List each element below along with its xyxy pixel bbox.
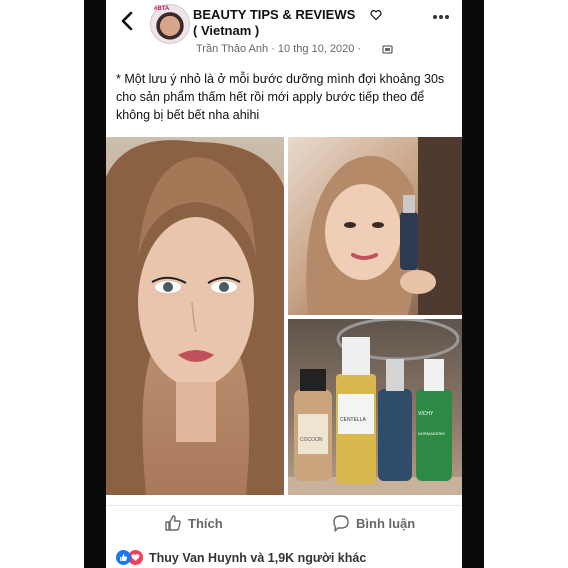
reactions-summary[interactable]: Thuy Van Huynh và 1,9K người khác <box>116 550 366 565</box>
like-button[interactable]: Thích <box>164 514 223 532</box>
serum-selfie-illustration <box>306 137 462 315</box>
products-illustration <box>288 319 462 495</box>
bottle-mineral89 <box>378 389 412 481</box>
right-black-border <box>462 0 484 568</box>
left-margin <box>0 0 84 568</box>
group-name[interactable]: BEAUTY TIPS & REVIEWS ( Vietnam ) <box>193 7 393 39</box>
comment-button[interactable]: Bình luận <box>332 514 415 532</box>
like-label: Thích <box>188 515 223 531</box>
author-and-date[interactable]: Trần Thảo Anh · 10 thg 10, 2020 · <box>196 43 361 55</box>
comment-bubble-icon <box>333 515 349 532</box>
portrait-illustration <box>106 140 284 495</box>
label-cocoon: COCOON <box>300 437 323 443</box>
photo-girl-with-serum[interactable] <box>288 137 462 315</box>
back-arrow-icon[interactable] <box>118 10 136 32</box>
post-screen: #BTA BEAUTY TIPS & REVIEWS ( Vietnam ) T… <box>106 0 462 568</box>
post-body-text: * Một lưu ý nhỏ là ở mỗi bước dưỡng mình… <box>116 72 445 122</box>
photo-selfie-portrait[interactable] <box>106 137 284 495</box>
group-privacy-icon <box>382 45 393 54</box>
avatar-logo-text: #BTA <box>154 6 170 12</box>
group-name-line2: ( Vietnam ) <box>193 23 260 38</box>
label-vichy: VICHY <box>418 411 434 417</box>
post-header: #BTA BEAUTY TIPS & REVIEWS ( Vietnam ) T… <box>106 0 462 66</box>
label-normaderm: NORMADERM <box>418 431 445 436</box>
group-name-line1: BEAUTY TIPS & REVIEWS <box>193 7 356 22</box>
left-black-border <box>84 0 106 568</box>
label-centella: CENTELLA <box>340 417 366 423</box>
post-actions-bar: Thích Bình luận <box>106 505 462 542</box>
comment-label: Bình luận <box>356 515 416 531</box>
right-margin <box>484 0 568 568</box>
more-options-icon[interactable] <box>432 14 450 20</box>
heart-outline-icon <box>370 10 382 21</box>
thumbs-up-icon <box>165 515 181 531</box>
like-reaction-icon <box>116 550 131 565</box>
reaction-count-text: Thuy Van Huynh và 1,9K người khác <box>149 550 367 565</box>
photo-skincare-products[interactable]: COCOON CENTELLA VICHY NORMADERM <box>288 319 462 495</box>
